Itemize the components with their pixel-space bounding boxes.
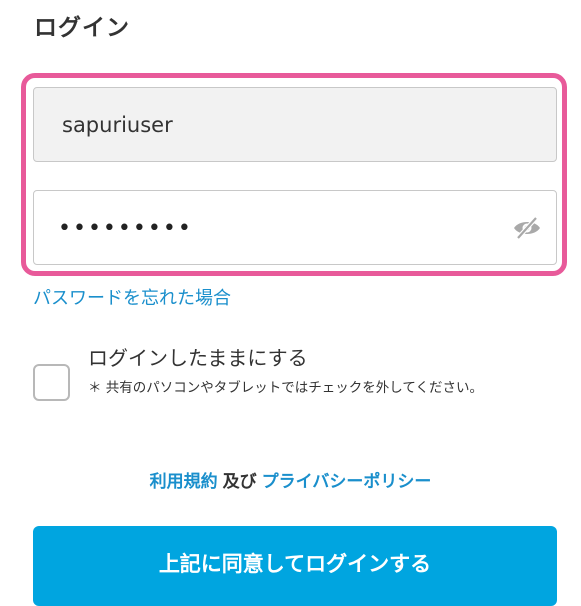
terms-conjunction: 及び bbox=[222, 472, 257, 492]
privacy-policy-link[interactable]: プライバシーポリシー bbox=[262, 472, 432, 492]
forgot-password-link[interactable]: パスワードを忘れた場合 bbox=[33, 284, 231, 310]
username-value: sapuriuser bbox=[62, 113, 173, 137]
username-field[interactable]: sapuriuser bbox=[33, 87, 557, 162]
keep-login-label: ログインしたままにする bbox=[88, 346, 308, 370]
password-masked-value: ••••••••• bbox=[58, 216, 193, 241]
keep-login-note: ＊ 共有のパソコンやタブレットではチェックを外してください。 bbox=[88, 380, 483, 396]
terms-line: 利用規約 及び プライバシーポリシー bbox=[0, 467, 581, 492]
agree-and-login-button[interactable]: 上記に同意してログインする bbox=[33, 526, 557, 606]
password-field[interactable]: ••••••••• bbox=[33, 190, 557, 265]
terms-of-service-link[interactable]: 利用規約 bbox=[150, 472, 218, 492]
page-title: ログイン bbox=[34, 15, 130, 41]
keep-login-checkbox[interactable] bbox=[33, 364, 70, 401]
eye-slash-icon[interactable] bbox=[512, 216, 542, 240]
